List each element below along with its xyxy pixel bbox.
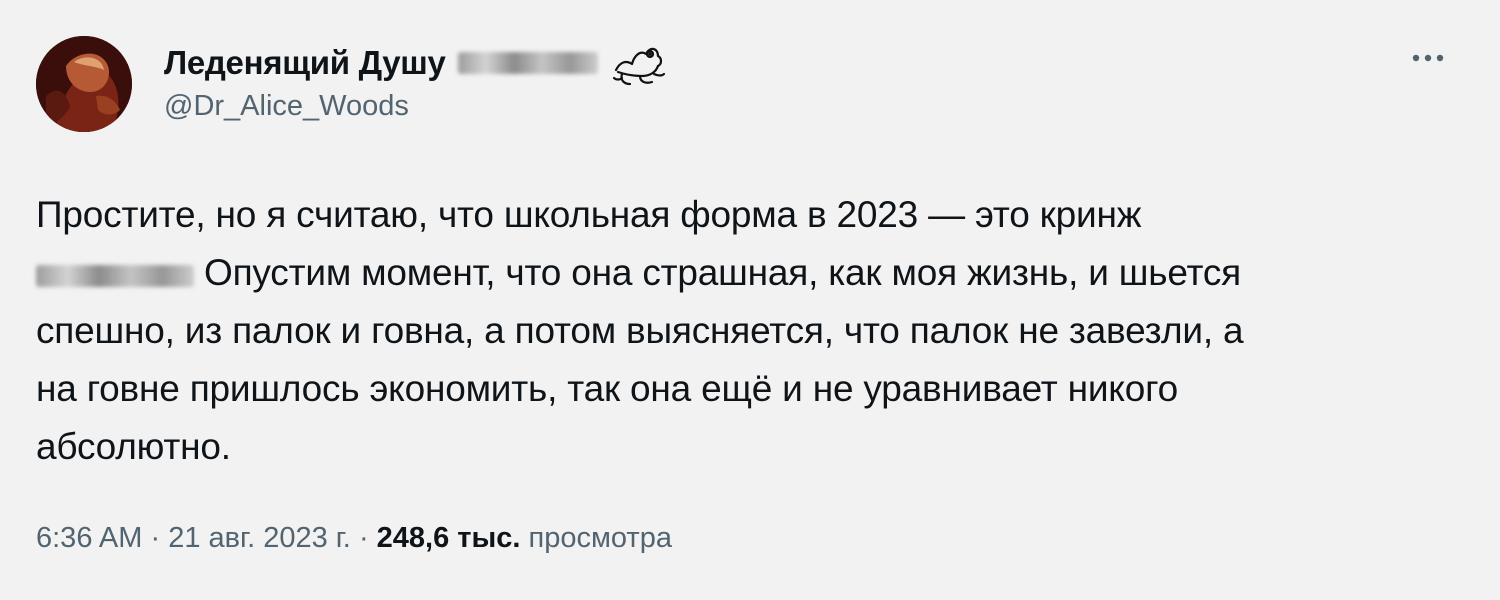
author-display-name[interactable]: Леденящий Душу	[164, 44, 446, 82]
tweet-text-line: Простите, но я считаю, что школьная форм…	[36, 194, 1142, 235]
frog-icon	[610, 40, 668, 86]
tweet-text-line: спешно, из палок и говна, а потом выясня…	[36, 310, 1244, 351]
author-handle[interactable]: @Dr_Alice_Woods	[164, 90, 409, 123]
tweet-text: Простите, но я считаю, что школьная форм…	[36, 186, 1456, 476]
tweet-text-line: абсолютно.	[36, 426, 231, 467]
redacted-emoji-blur	[36, 265, 194, 287]
views-count[interactable]: 248,6 тыс.	[377, 522, 521, 554]
views-label: просмотра	[528, 522, 672, 554]
more-options-icon	[1412, 54, 1444, 62]
tweet-card: Леденящий Душу @Dr_Alice_Woods Простите,…	[0, 0, 1500, 600]
tweet-text-line: на говне пришлось экономить, так она ещё…	[36, 368, 1178, 409]
author-name-row[interactable]: Леденящий Душу	[164, 40, 668, 86]
more-options-button[interactable]	[1408, 46, 1448, 70]
avatar-image	[36, 36, 132, 132]
redacted-name-blur	[457, 52, 598, 74]
meta-separator: ·	[358, 522, 369, 554]
avatar[interactable]	[36, 36, 132, 132]
meta-separator: ·	[150, 522, 161, 554]
tweet-time[interactable]: 6:36 AM	[36, 522, 142, 554]
tweet-meta: 6:36 AM · 21 авг. 2023 г. · 248,6 тыс. п…	[36, 522, 672, 555]
tweet-text-line: Опустим момент, что она страшная, как мо…	[204, 252, 1241, 293]
tweet-date[interactable]: 21 авг. 2023 г.	[168, 522, 351, 554]
tweet-text-line-with-emoji: Опустим момент, что она страшная, как мо…	[36, 244, 1456, 302]
